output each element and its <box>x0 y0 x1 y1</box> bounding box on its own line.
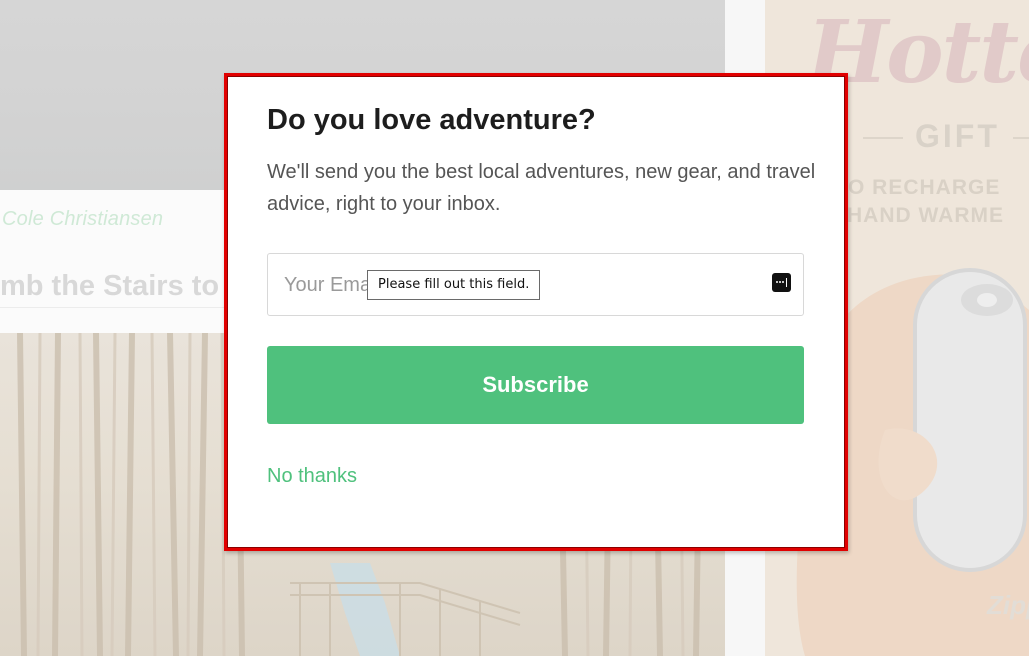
modal-title: Do you love adventure? <box>267 104 596 136</box>
ad-subline-1: PO RECHARGE <box>833 176 1001 199</box>
ad-brand-logo: Zipp <box>987 590 1029 620</box>
article-title: mb the Stairs to <box>0 270 220 302</box>
newsletter-signup-modal: Do you love adventure? We'll send you th… <box>224 73 848 551</box>
modal-description: We'll send you the best local adventures… <box>267 161 816 215</box>
article-author: Cole Christiansen <box>2 208 164 230</box>
ad-subline-2: HAND WARME <box>847 204 1004 227</box>
password-manager-icon[interactable] <box>772 273 791 292</box>
validation-tooltip: Please fill out this field. <box>367 270 541 300</box>
subscribe-button[interactable]: Subscribe <box>267 346 804 424</box>
no-thanks-link[interactable]: No thanks <box>267 465 357 488</box>
ad-gift-label: GIFT <box>915 118 1000 154</box>
ad-decor-line <box>863 137 903 139</box>
ad-decor-line <box>1013 137 1029 139</box>
